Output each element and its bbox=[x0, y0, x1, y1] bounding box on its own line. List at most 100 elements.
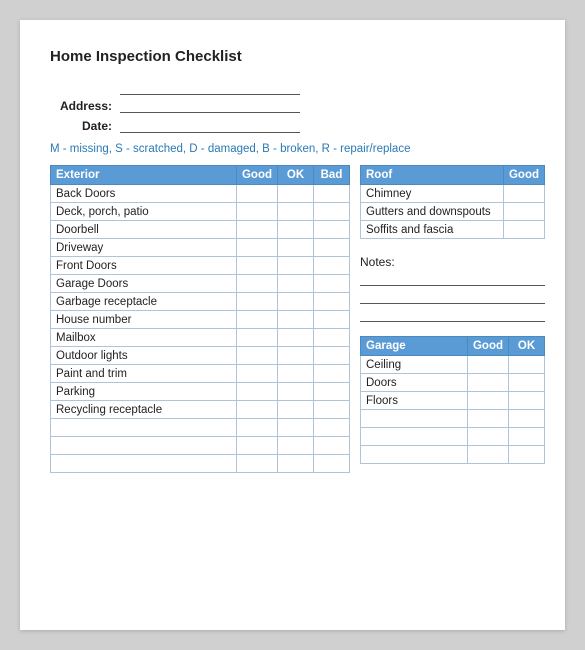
address-line-1[interactable] bbox=[120, 81, 300, 95]
exterior-cell[interactable] bbox=[314, 455, 350, 473]
exterior-cell[interactable] bbox=[314, 185, 350, 203]
exterior-cell[interactable] bbox=[236, 347, 277, 365]
exterior-cell[interactable] bbox=[314, 365, 350, 383]
page-title: Home Inspection Checklist bbox=[50, 48, 535, 65]
garage-cell[interactable] bbox=[509, 392, 545, 410]
exterior-cell[interactable] bbox=[236, 329, 277, 347]
exterior-cell[interactable] bbox=[278, 311, 314, 329]
garage-cell[interactable] bbox=[467, 410, 508, 428]
exterior-cell[interactable] bbox=[314, 275, 350, 293]
exterior-cell[interactable] bbox=[278, 419, 314, 437]
exterior-cell[interactable] bbox=[278, 275, 314, 293]
exterior-cell[interactable] bbox=[278, 365, 314, 383]
exterior-cell[interactable] bbox=[314, 437, 350, 455]
right-column: Roof Good ChimneyGutters and downspoutsS… bbox=[360, 165, 545, 464]
garage-row-label bbox=[361, 410, 468, 428]
garage-cell[interactable] bbox=[467, 374, 508, 392]
garage-cell[interactable] bbox=[467, 356, 508, 374]
exterior-col-ok: OK bbox=[278, 166, 314, 185]
page: Home Inspection Checklist Address: Date:… bbox=[20, 20, 565, 630]
garage-table: Garage Good OK CeilingDoorsFloors bbox=[360, 336, 545, 464]
exterior-cell[interactable] bbox=[278, 437, 314, 455]
garage-cell[interactable] bbox=[509, 446, 545, 464]
roof-header: Roof bbox=[361, 166, 504, 185]
exterior-cell[interactable] bbox=[314, 401, 350, 419]
garage-row-label: Floors bbox=[361, 392, 468, 410]
exterior-row-label bbox=[51, 419, 237, 437]
exterior-cell[interactable] bbox=[278, 185, 314, 203]
exterior-cell[interactable] bbox=[314, 221, 350, 239]
exterior-cell[interactable] bbox=[236, 311, 277, 329]
exterior-cell[interactable] bbox=[236, 221, 277, 239]
exterior-cell[interactable] bbox=[278, 239, 314, 257]
date-label: Date: bbox=[50, 119, 112, 133]
garage-cell[interactable] bbox=[467, 446, 508, 464]
exterior-cell[interactable] bbox=[314, 311, 350, 329]
garage-col-ok: OK bbox=[509, 337, 545, 356]
notes-line-2[interactable] bbox=[360, 290, 545, 304]
exterior-row-label: Back Doors bbox=[51, 185, 237, 203]
exterior-cell[interactable] bbox=[236, 257, 277, 275]
garage-col-good: Good bbox=[467, 337, 508, 356]
garage-cell[interactable] bbox=[509, 428, 545, 446]
exterior-cell[interactable] bbox=[236, 293, 277, 311]
garage-cell[interactable] bbox=[509, 374, 545, 392]
exterior-cell[interactable] bbox=[314, 329, 350, 347]
garage-section: Garage Good OK CeilingDoorsFloors bbox=[360, 336, 545, 464]
roof-cell[interactable] bbox=[503, 221, 544, 239]
exterior-cell[interactable] bbox=[278, 347, 314, 365]
exterior-cell[interactable] bbox=[278, 383, 314, 401]
exterior-row-label: Garage Doors bbox=[51, 275, 237, 293]
garage-cell[interactable] bbox=[467, 392, 508, 410]
exterior-cell[interactable] bbox=[278, 455, 314, 473]
exterior-cell[interactable] bbox=[236, 455, 277, 473]
roof-cell[interactable] bbox=[503, 185, 544, 203]
exterior-cell[interactable] bbox=[236, 437, 277, 455]
exterior-cell[interactable] bbox=[314, 203, 350, 221]
exterior-cell[interactable] bbox=[236, 239, 277, 257]
exterior-cell[interactable] bbox=[236, 275, 277, 293]
exterior-row-label: Garbage receptacle bbox=[51, 293, 237, 311]
notes-line-1[interactable] bbox=[360, 272, 545, 286]
garage-row-label bbox=[361, 428, 468, 446]
exterior-cell[interactable] bbox=[278, 203, 314, 221]
roof-cell[interactable] bbox=[503, 203, 544, 221]
garage-row-label bbox=[361, 446, 468, 464]
legend: M - missing, S - scratched, D - damaged,… bbox=[50, 143, 535, 155]
address-line-2[interactable] bbox=[120, 99, 300, 113]
exterior-cell[interactable] bbox=[236, 185, 277, 203]
exterior-cell[interactable] bbox=[236, 401, 277, 419]
date-row: Date: bbox=[50, 119, 535, 133]
address-block: Address: bbox=[50, 81, 535, 113]
garage-cell[interactable] bbox=[509, 356, 545, 374]
exterior-cell[interactable] bbox=[278, 221, 314, 239]
roof-row-label: Soffits and fascia bbox=[361, 221, 504, 239]
garage-cell[interactable] bbox=[509, 410, 545, 428]
date-input[interactable] bbox=[120, 119, 300, 133]
exterior-row-label: Recycling receptacle bbox=[51, 401, 237, 419]
exterior-cell[interactable] bbox=[314, 347, 350, 365]
exterior-cell[interactable] bbox=[236, 203, 277, 221]
exterior-cell[interactable] bbox=[314, 239, 350, 257]
exterior-cell[interactable] bbox=[278, 257, 314, 275]
notes-label: Notes: bbox=[360, 255, 545, 269]
exterior-cell[interactable] bbox=[314, 419, 350, 437]
exterior-cell[interactable] bbox=[236, 365, 277, 383]
garage-cell[interactable] bbox=[467, 428, 508, 446]
exterior-cell[interactable] bbox=[236, 419, 277, 437]
exterior-row-label bbox=[51, 437, 237, 455]
roof-row-label: Gutters and downspouts bbox=[361, 203, 504, 221]
roof-col-good: Good bbox=[503, 166, 544, 185]
exterior-cell[interactable] bbox=[278, 329, 314, 347]
exterior-cell[interactable] bbox=[314, 257, 350, 275]
exterior-row-label: House number bbox=[51, 311, 237, 329]
exterior-cell[interactable] bbox=[278, 401, 314, 419]
notes-line-3[interactable] bbox=[360, 308, 545, 322]
garage-row-label: Doors bbox=[361, 374, 468, 392]
exterior-cell[interactable] bbox=[314, 293, 350, 311]
exterior-cell[interactable] bbox=[236, 383, 277, 401]
exterior-row-label: Deck, porch, patio bbox=[51, 203, 237, 221]
exterior-cell[interactable] bbox=[314, 383, 350, 401]
address-row: Address: bbox=[50, 81, 535, 113]
exterior-cell[interactable] bbox=[278, 293, 314, 311]
